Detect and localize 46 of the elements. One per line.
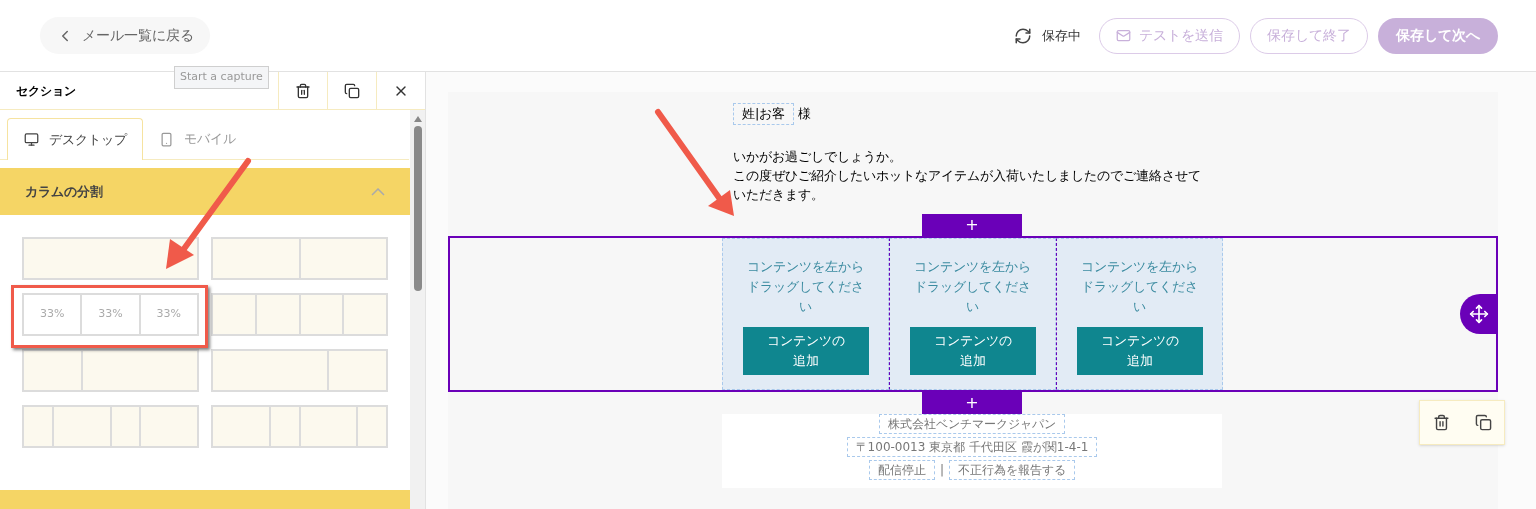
accordion-header[interactable]: カラムの分割 xyxy=(0,168,410,215)
monitor-icon xyxy=(24,132,39,147)
scrollbar[interactable] xyxy=(410,110,425,509)
address-text[interactable]: 〒100-0013 東京都 千代田区 霞が関1-4-1 xyxy=(846,436,1098,457)
column-width-label: 33% xyxy=(98,306,123,323)
link-separator: | xyxy=(939,461,944,479)
duplicate-icon[interactable] xyxy=(1474,414,1492,431)
body-text: この度ぜひご紹介したいホットなアイテムが入荷いたしましたのでご連絡させていただきます。 xyxy=(733,166,1201,204)
greeting-suffix: 様 xyxy=(798,105,812,123)
tooltip: Start a capture xyxy=(174,66,269,89)
add-content-button[interactable]: コンテンツの追加 xyxy=(909,326,1036,375)
selected-section[interactable]: コンテンツを左からドラッグしてください コンテンツの追加 コンテンツを左からドラッグしてください コンテンツの追加 コンテンツを左からドラッグしてください コンテンツの追加 xyxy=(448,235,1498,392)
column-width-label: 33% xyxy=(156,306,182,323)
column-width-label: 33% xyxy=(39,306,65,323)
view-tab[interactable]: デスクトップ xyxy=(7,118,143,160)
body-text: いかがお過ごしでしょうか。 xyxy=(733,147,903,166)
back-button[interactable]: メール一覧に戻る xyxy=(40,17,210,54)
add-section-button[interactable]: + xyxy=(965,216,979,233)
move-icon xyxy=(1469,303,1489,324)
panel-title: セクション xyxy=(15,82,77,100)
company-name[interactable]: 株式会社ベンチマークジャパン xyxy=(879,413,1065,434)
trash-icon[interactable] xyxy=(1432,414,1450,431)
view-tab[interactable]: モバイル xyxy=(143,118,279,160)
column-dropzone[interactable]: コンテンツを左からドラッグしてください コンテンツの追加 xyxy=(722,237,889,390)
drop-hint: コンテンツを左からドラッグしてください xyxy=(913,257,1032,316)
add-content-button[interactable]: コンテンツの追加 xyxy=(742,326,869,375)
drop-hint: コンテンツを左からドラッグしてください xyxy=(1080,257,1199,316)
report-abuse-link[interactable]: 不正行為を報告する xyxy=(949,459,1075,480)
column-layout-option[interactable] xyxy=(22,237,199,280)
sync-icon xyxy=(1014,26,1032,45)
drop-hint: コンテンツを左からドラッグしてください xyxy=(746,257,865,316)
add-section-button[interactable]: + xyxy=(965,394,979,411)
mail-icon xyxy=(1116,28,1131,43)
chevron-up-icon xyxy=(371,187,385,196)
column-layout-option[interactable] xyxy=(22,349,199,392)
saving-status: 保存中 xyxy=(1042,26,1081,45)
unsubscribe-link[interactable]: 配信停止 xyxy=(868,459,935,480)
column-layout-option[interactable]: 33% 33% 33% xyxy=(22,293,199,336)
column-dropzone[interactable]: コンテンツを左からドラッグしてください コンテンツの追加 xyxy=(889,237,1056,390)
merge-tag[interactable]: 姓|お客 xyxy=(733,103,795,125)
add-content-button[interactable]: コンテンツの追加 xyxy=(1076,326,1203,375)
phone-icon xyxy=(159,131,174,147)
move-handle[interactable] xyxy=(1460,293,1498,334)
duplicate-icon xyxy=(344,82,360,99)
trash-icon xyxy=(295,82,311,99)
column-dropzone[interactable]: コンテンツを左からドラッグしてください コンテンツの追加 xyxy=(1056,237,1223,390)
